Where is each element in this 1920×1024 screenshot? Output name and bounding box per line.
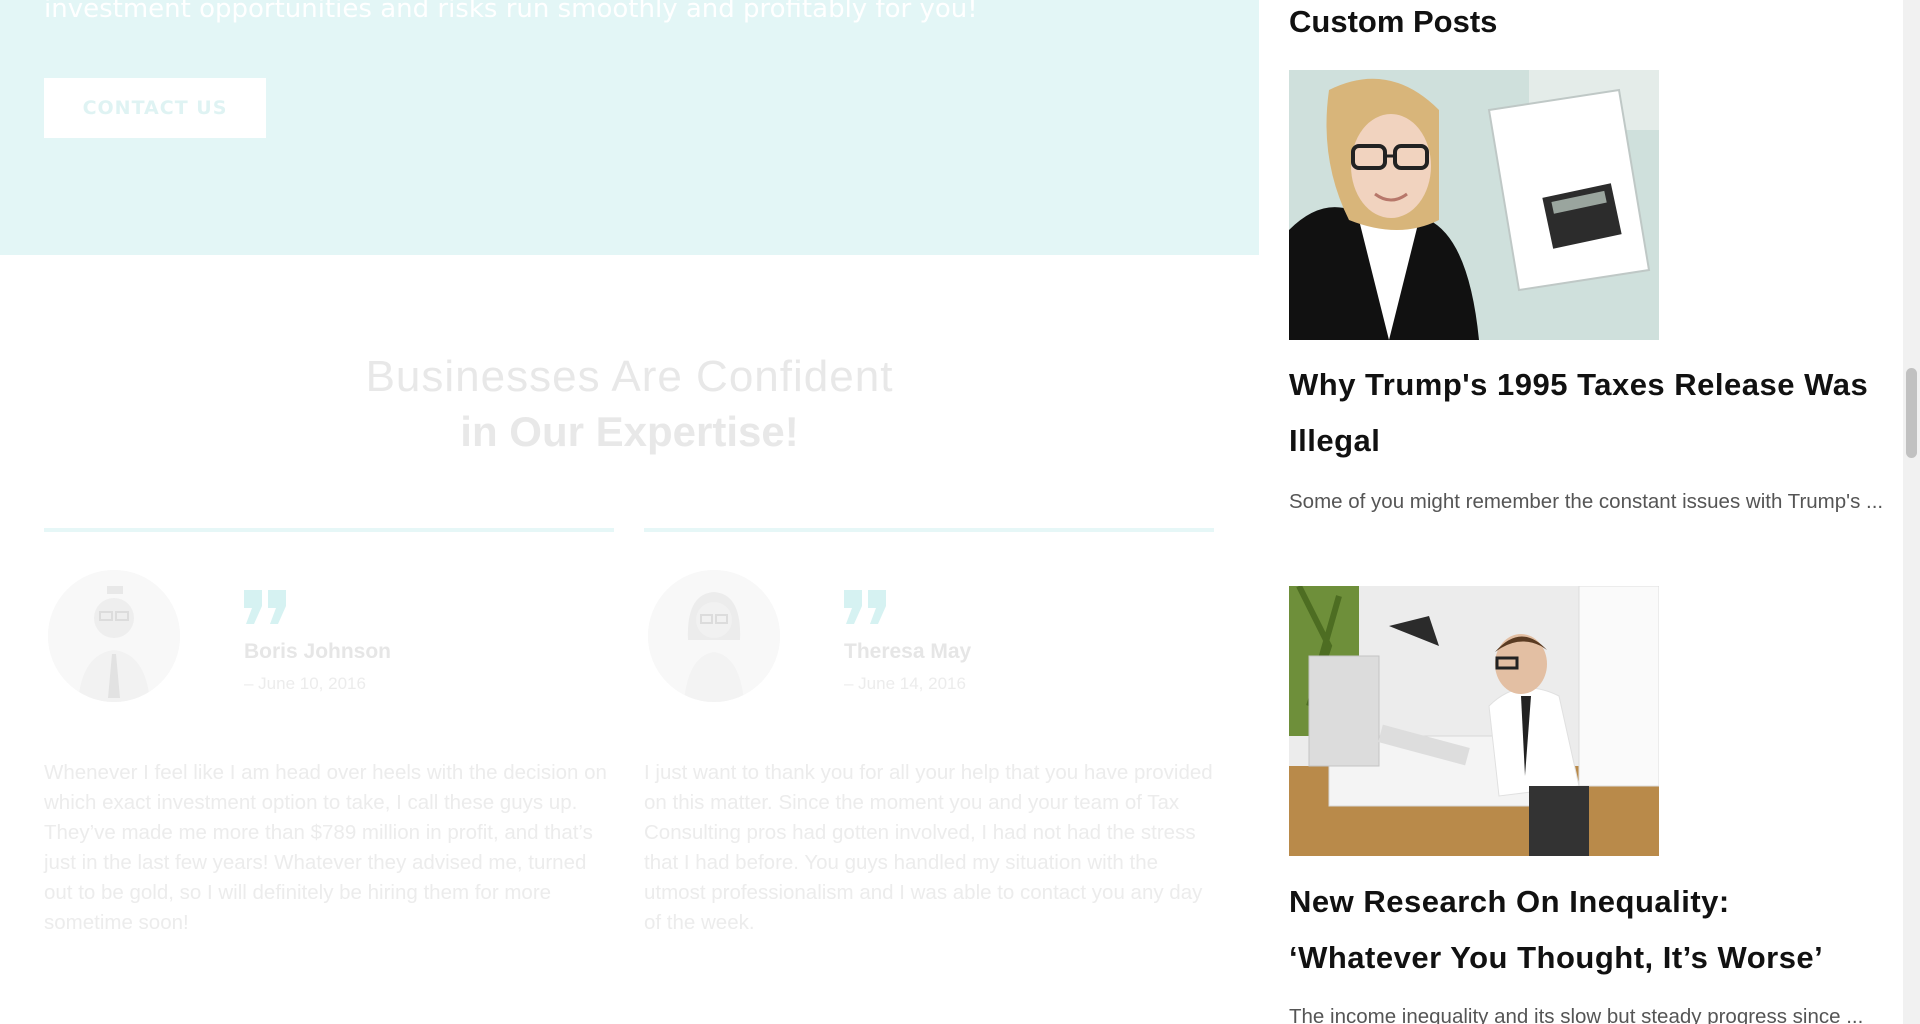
testimonial-date: – June 14, 2016 [844,674,966,693]
vertical-scrollbar[interactable] [1903,0,1920,1024]
testimonial-author: Boris Johnson [244,640,392,663]
person-photo-icon [48,570,180,702]
section-title-line1: Businesses Are Confident [365,352,894,401]
widget-title: Custom Posts [1289,4,1498,39]
testimonial-date: – June 10, 2016 [244,674,366,693]
card-divider [44,528,614,532]
person-photo-icon [648,570,780,702]
contact-us-button[interactable]: CONTACT US [44,78,266,138]
testimonial-text: I just want to thank you for all your he… [644,761,1213,934]
section-title-line2: in Our Expertise! [460,408,799,455]
testimonial-text: Whenever I feel like I am head over heel… [44,761,607,934]
man-at-computer-photo-icon [1289,586,1659,856]
quote-icon [244,590,286,624]
card-divider [644,528,1214,532]
testimonial-card: Boris Johnson – June 10, 2016 Whenever I… [44,528,614,934]
sidebar-custom-posts: Custom Posts Why Trump's 1995 Taxes Rele… [1259,0,1903,1024]
avatar [48,570,180,702]
post-excerpt: Some of you might remember the constant … [1289,490,1884,513]
post-excerpt: The income inequality and its slow but s… [1289,1005,1864,1024]
scrollbar-thumb[interactable] [1906,368,1917,458]
main-content: investment opportunities and risks run s… [0,0,1259,1024]
post-title-link[interactable]: New Research On Inequality: ‘Whatever Yo… [1289,874,1889,986]
hero-text: investment opportunities and risks run s… [44,0,978,24]
post-thumbnail[interactable] [1289,70,1659,340]
avatar [648,570,780,702]
hero-section: investment opportunities and risks run s… [0,0,1259,255]
post-title-link[interactable]: Why Trump's 1995 Taxes Release Was Illeg… [1289,357,1889,469]
testimonial-author: Theresa May [844,640,972,663]
woman-at-desk-photo-icon [1289,70,1659,340]
testimonial-card: Theresa May – June 14, 2016 I just want … [644,528,1214,934]
post-thumbnail[interactable] [1289,586,1659,856]
quote-icon [844,590,886,624]
